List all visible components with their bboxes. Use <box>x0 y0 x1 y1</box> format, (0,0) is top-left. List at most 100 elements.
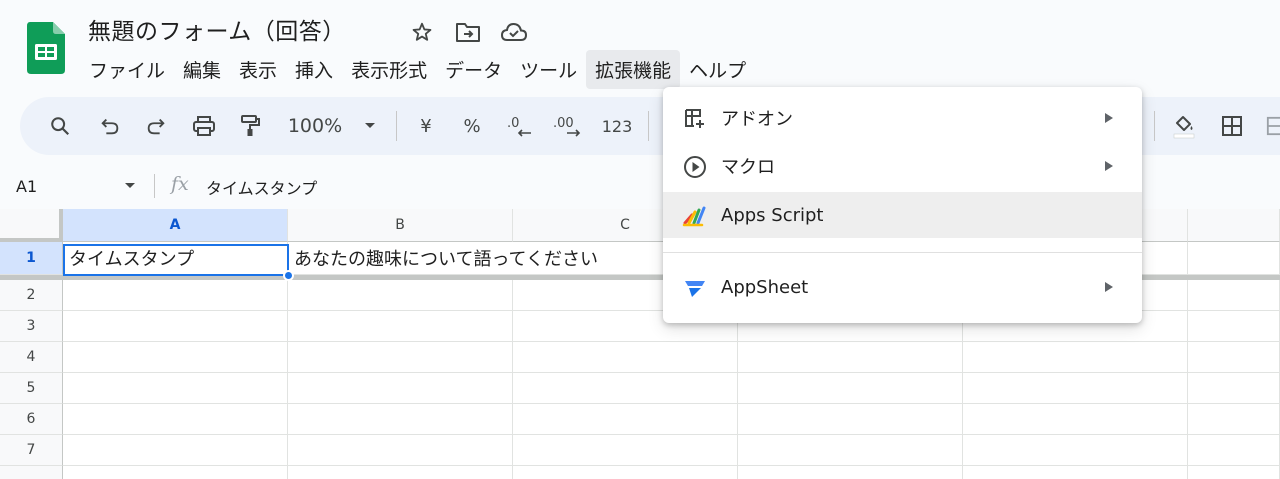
cell-b2[interactable] <box>288 280 513 311</box>
menu-data[interactable]: データ <box>436 50 511 89</box>
google-sheets-logo-icon[interactable] <box>27 22 65 74</box>
paint-format-icon[interactable] <box>234 97 266 155</box>
row-header-6[interactable]: 6 <box>0 404 63 435</box>
cell-d6[interactable] <box>738 404 963 435</box>
row-header-4[interactable]: 4 <box>0 342 63 373</box>
format-percent-button[interactable]: % <box>458 97 486 155</box>
cell-e8[interactable] <box>963 466 1188 479</box>
menu-item-apps-script[interactable]: Apps Script <box>663 192 1142 238</box>
borders-icon[interactable] <box>1216 97 1248 155</box>
menu-item-add-ons[interactable]: アドオン <box>663 95 1142 141</box>
zoom-dropdown-icon[interactable] <box>360 97 380 155</box>
cell-a8[interactable] <box>63 466 288 479</box>
fill-color-icon[interactable] <box>1168 97 1200 155</box>
row-header-5[interactable]: 5 <box>0 373 63 404</box>
macro-play-icon <box>682 154 708 180</box>
zoom-value[interactable]: 100% <box>282 97 348 155</box>
toolbar-divider <box>648 111 649 141</box>
merge-cells-icon[interactable] <box>1266 97 1280 155</box>
cell-c5[interactable] <box>513 373 738 404</box>
menu-item-appsheet[interactable]: AppSheet <box>663 264 1142 310</box>
undo-icon[interactable] <box>94 97 126 155</box>
cell-b4[interactable] <box>288 342 513 373</box>
cell-e4[interactable] <box>963 342 1188 373</box>
print-icon[interactable] <box>188 97 220 155</box>
cell-f7[interactable] <box>1188 435 1280 466</box>
fx-icon: fx <box>171 173 189 195</box>
cell-b8[interactable] <box>288 466 513 479</box>
cell-e7[interactable] <box>963 435 1188 466</box>
toolbar-divider <box>396 111 397 141</box>
format-currency-button[interactable]: ¥ <box>412 97 440 155</box>
cell-b3[interactable] <box>288 311 513 342</box>
cell-d7[interactable] <box>738 435 963 466</box>
column-header-f[interactable] <box>1188 209 1280 242</box>
row-header-7[interactable]: 7 <box>0 435 63 466</box>
sheets-app: 無題のフォーム（回答） ファイル 編集 表示 挿入 表示形式 データ ツール 拡… <box>0 0 1280 479</box>
cell-d4[interactable] <box>738 342 963 373</box>
column-header-b[interactable]: B <box>288 209 513 242</box>
redo-icon[interactable] <box>140 97 172 155</box>
cell-e6[interactable] <box>963 404 1188 435</box>
search-menus-icon[interactable] <box>44 97 76 155</box>
cell-f1[interactable] <box>1188 242 1280 275</box>
cell-c6[interactable] <box>513 404 738 435</box>
menu-help[interactable]: ヘルプ <box>680 50 755 89</box>
move-to-folder-icon[interactable] <box>452 18 484 46</box>
formula-input[interactable]: タイムスタンプ <box>206 175 317 199</box>
cell-b7[interactable] <box>288 435 513 466</box>
cell-f3[interactable] <box>1188 311 1280 342</box>
cell-a2[interactable] <box>63 280 288 311</box>
more-formats-button[interactable]: 123 <box>600 97 634 155</box>
row-header-2[interactable]: 2 <box>0 280 63 311</box>
menu-item-macros[interactable]: マクロ <box>663 143 1142 189</box>
svg-text:.0: .0 <box>507 116 519 131</box>
cell-c4[interactable] <box>513 342 738 373</box>
row-header-8[interactable] <box>0 466 63 479</box>
menu-view[interactable]: 表示 <box>230 50 286 89</box>
row-header-3[interactable]: 3 <box>0 311 63 342</box>
name-box[interactable]: A1 <box>16 172 146 200</box>
menu-format[interactable]: 表示形式 <box>342 50 436 89</box>
menu-file[interactable]: ファイル <box>80 50 174 89</box>
cell-a6[interactable] <box>63 404 288 435</box>
cell-f6[interactable] <box>1188 404 1280 435</box>
toolbar-divider <box>1154 111 1155 141</box>
menu-insert[interactable]: 挿入 <box>286 50 342 89</box>
submenu-arrow-icon <box>1105 282 1113 292</box>
cell-c8[interactable] <box>513 466 738 479</box>
select-all-corner[interactable] <box>0 209 63 242</box>
cell-e5[interactable] <box>963 373 1188 404</box>
submenu-arrow-icon <box>1105 161 1113 171</box>
decrease-decimal-icon[interactable]: .0 <box>504 97 534 155</box>
document-title[interactable]: 無題のフォーム（回答） <box>88 12 346 46</box>
active-cell-outline <box>63 244 289 276</box>
cell-b6[interactable] <box>288 404 513 435</box>
fill-handle[interactable] <box>283 270 294 281</box>
cell-f4[interactable] <box>1188 342 1280 373</box>
increase-decimal-icon[interactable]: .00 <box>550 97 586 155</box>
cell-a7[interactable] <box>63 435 288 466</box>
appsheet-icon <box>682 275 708 301</box>
row-header-1[interactable]: 1 <box>0 242 63 275</box>
menu-edit[interactable]: 編集 <box>174 50 230 89</box>
name-box-dropdown-icon[interactable] <box>124 182 136 190</box>
menu-extensions[interactable]: 拡張機能 <box>586 49 681 89</box>
menu-tools[interactable]: ツール <box>511 50 586 89</box>
cell-f8[interactable] <box>1188 466 1280 479</box>
cell-b1[interactable]: あなたの趣味について語ってください <box>288 242 598 275</box>
cell-c7[interactable] <box>513 435 738 466</box>
cell-d8[interactable] <box>738 466 963 479</box>
cell-d5[interactable] <box>738 373 963 404</box>
cell-f5[interactable] <box>1188 373 1280 404</box>
column-header-a[interactable]: A <box>63 209 288 242</box>
cloud-saved-icon[interactable] <box>498 18 530 46</box>
cell-a5[interactable] <box>63 373 288 404</box>
cell-f2[interactable] <box>1188 280 1280 311</box>
cell-b5[interactable] <box>288 373 513 404</box>
cell-a4[interactable] <box>63 342 288 373</box>
submenu-arrow-icon <box>1105 113 1113 123</box>
cell-a3[interactable] <box>63 311 288 342</box>
star-icon[interactable] <box>406 18 438 46</box>
menu-item-label: アドオン <box>721 109 793 130</box>
